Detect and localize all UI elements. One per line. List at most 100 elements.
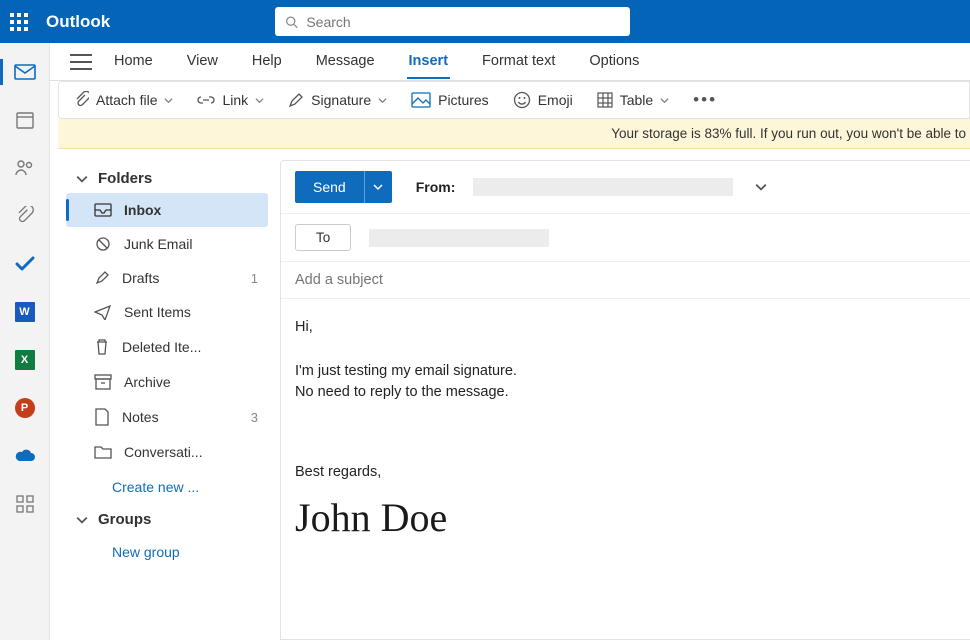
folder-label: Notes (122, 409, 159, 425)
archive-icon (94, 374, 112, 390)
folder-deleted[interactable]: Deleted Ite... (66, 329, 268, 365)
rail-files[interactable] (12, 205, 38, 227)
signature-button[interactable]: Signature (288, 92, 387, 108)
storage-warning-text: Your storage is 83% full. If you run out… (611, 126, 966, 141)
junk-icon (94, 236, 112, 252)
trash-icon (94, 338, 110, 356)
body-line: No need to reply to the message. (295, 382, 956, 404)
from-address-redacted[interactable] (473, 178, 733, 196)
app-launcher-icon[interactable] (10, 13, 28, 31)
pen-icon (288, 92, 304, 108)
folders-header-label: Folders (98, 170, 152, 187)
from-label: From: (416, 179, 456, 195)
folder-label: Drafts (122, 270, 159, 286)
link-icon (197, 94, 215, 106)
pictures-button[interactable]: Pictures (411, 92, 489, 108)
link-label: Link (222, 92, 248, 108)
folder-badge: 1 (251, 271, 258, 286)
rail-more-apps[interactable] (12, 493, 38, 515)
body-regards: Best regards, (295, 462, 956, 484)
folder-drafts[interactable]: Drafts 1 (66, 261, 268, 295)
attach-file-button[interactable]: Attach file (73, 91, 173, 109)
send-options-button[interactable] (364, 171, 392, 203)
rail-excel[interactable]: X (12, 349, 38, 371)
folder-label: Archive (124, 374, 171, 390)
tab-format-text[interactable]: Format text (480, 45, 557, 79)
chevron-down-icon (255, 96, 264, 105)
rail-powerpoint[interactable]: P (12, 397, 38, 419)
send-button[interactable]: Send (295, 171, 364, 203)
note-icon (94, 408, 110, 426)
signature-name: John Doe (295, 488, 956, 548)
rail-onedrive[interactable] (12, 445, 38, 467)
emoji-icon (513, 91, 531, 109)
search-icon (285, 15, 298, 29)
tab-insert[interactable]: Insert (407, 45, 451, 79)
folder-label: Conversati... (124, 444, 203, 460)
pictures-label: Pictures (438, 92, 489, 108)
inbox-icon (94, 203, 112, 217)
nav-toggle-icon[interactable] (70, 54, 92, 70)
folder-label: Inbox (124, 202, 161, 218)
to-row: To (281, 214, 970, 262)
rail-word[interactable]: W (12, 301, 38, 323)
message-body[interactable]: Hi, I'm just testing my email signature.… (281, 299, 970, 566)
rail-todo[interactable] (12, 253, 38, 275)
folder-junk[interactable]: Junk Email (66, 227, 268, 261)
mail-icon (14, 64, 36, 80)
tab-help[interactable]: Help (250, 45, 284, 79)
to-button[interactable]: To (295, 224, 351, 251)
tab-home[interactable]: Home (112, 45, 155, 79)
rail-people[interactable] (12, 157, 38, 179)
storage-warning-banner: Your storage is 83% full. If you run out… (58, 119, 970, 149)
chevron-down-icon (76, 514, 88, 526)
ribbon: Attach file Link Signature Pictures Emoj… (58, 81, 970, 119)
check-icon (15, 256, 35, 272)
send-from-row: Send From: (281, 161, 970, 214)
folder-inbox[interactable]: Inbox (66, 193, 268, 227)
chevron-down-icon (76, 173, 88, 185)
chevron-down-icon (164, 96, 173, 105)
groups-section-header[interactable]: Groups (66, 505, 268, 534)
word-icon: W (15, 302, 35, 322)
ribbon-overflow-button[interactable]: ••• (693, 90, 717, 110)
folder-conversation-history[interactable]: Conversati... (66, 435, 268, 469)
paperclip-icon (73, 91, 89, 109)
menu-bar: Home View Help Message Insert Format tex… (50, 43, 970, 81)
folders-section-header[interactable]: Folders (66, 164, 268, 193)
folder-label: Junk Email (124, 236, 192, 252)
chevron-down-icon (660, 96, 669, 105)
create-folder-link[interactable]: Create new ... (66, 469, 268, 505)
search-box[interactable] (275, 7, 630, 36)
emoji-label: Emoji (538, 92, 573, 108)
tab-message[interactable]: Message (314, 45, 377, 79)
folder-notes[interactable]: Notes 3 (66, 399, 268, 435)
rail-mail[interactable] (12, 61, 38, 83)
body-greeting: Hi, (295, 317, 956, 339)
to-address-redacted[interactable] (369, 229, 549, 247)
app-rail: W X P (0, 43, 50, 640)
app-header: Outlook (0, 0, 970, 43)
cloud-icon (13, 448, 37, 464)
people-icon (14, 159, 36, 177)
subject-input[interactable] (295, 272, 956, 288)
search-input[interactable] (306, 14, 620, 30)
table-button[interactable]: Table (597, 92, 669, 108)
compose-pane: Send From: To Hi, I'm just testing my em… (280, 160, 970, 640)
folder-badge: 3 (251, 410, 258, 425)
folder-pane: Folders Inbox Junk Email Drafts 1 Sent I… (58, 156, 276, 640)
powerpoint-icon: P (15, 398, 35, 418)
link-button[interactable]: Link (197, 92, 264, 108)
new-group-link[interactable]: New group (66, 534, 268, 570)
folder-archive[interactable]: Archive (66, 365, 268, 399)
chevron-down-icon[interactable] (755, 181, 767, 193)
signature-label: Signature (311, 92, 371, 108)
body-line: I'm just testing my email signature. (295, 361, 956, 383)
brand-name: Outlook (46, 12, 110, 32)
folder-sent[interactable]: Sent Items (66, 295, 268, 329)
tab-view[interactable]: View (185, 45, 220, 79)
folder-icon (94, 445, 112, 459)
tab-options[interactable]: Options (587, 45, 641, 79)
emoji-button[interactable]: Emoji (513, 91, 573, 109)
rail-calendar[interactable] (12, 109, 38, 131)
